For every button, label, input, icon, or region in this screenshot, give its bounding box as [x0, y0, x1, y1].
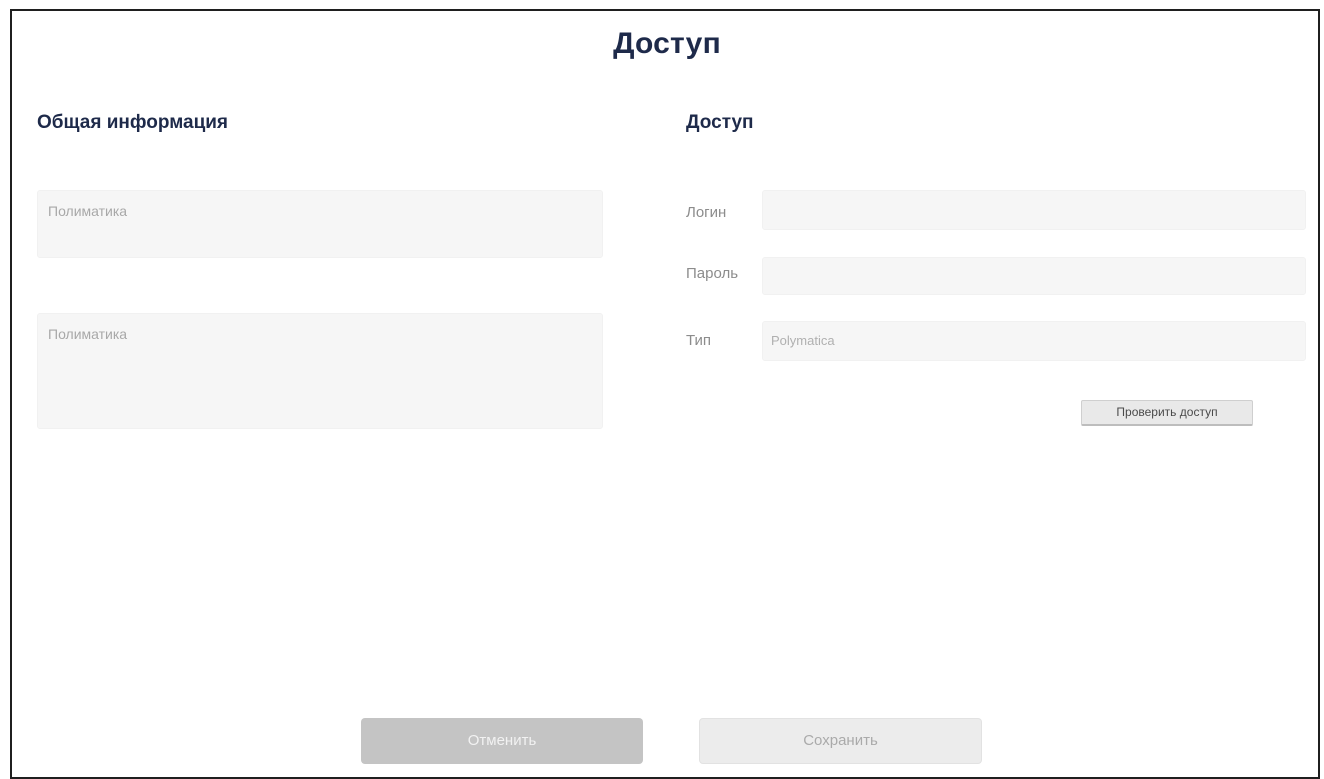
save-button[interactable]: Сохранить	[699, 718, 982, 764]
access-dialog: Доступ Общая информация Доступ Полиматик…	[10, 9, 1320, 779]
type-select[interactable]: Polymatica	[762, 321, 1306, 361]
name-field[interactable]: Полиматика	[37, 190, 603, 258]
type-label: Тип	[686, 332, 712, 349]
page-title: Доступ	[613, 27, 721, 60]
login-input[interactable]	[762, 190, 1306, 230]
name-field-placeholder: Полиматика	[48, 203, 128, 219]
password-label: Пароль	[686, 265, 739, 282]
general-info-heading: Общая информация	[37, 112, 229, 133]
description-field[interactable]: Полиматика	[37, 313, 603, 429]
description-field-placeholder: Полиматика	[48, 326, 128, 342]
access-heading: Доступ	[686, 112, 754, 133]
cancel-button[interactable]: Отменить	[361, 718, 643, 764]
password-input[interactable]	[762, 257, 1306, 295]
type-select-placeholder: Polymatica	[771, 333, 835, 348]
check-access-button[interactable]: Проверить доступ	[1081, 400, 1253, 426]
login-label: Логин	[686, 204, 727, 221]
